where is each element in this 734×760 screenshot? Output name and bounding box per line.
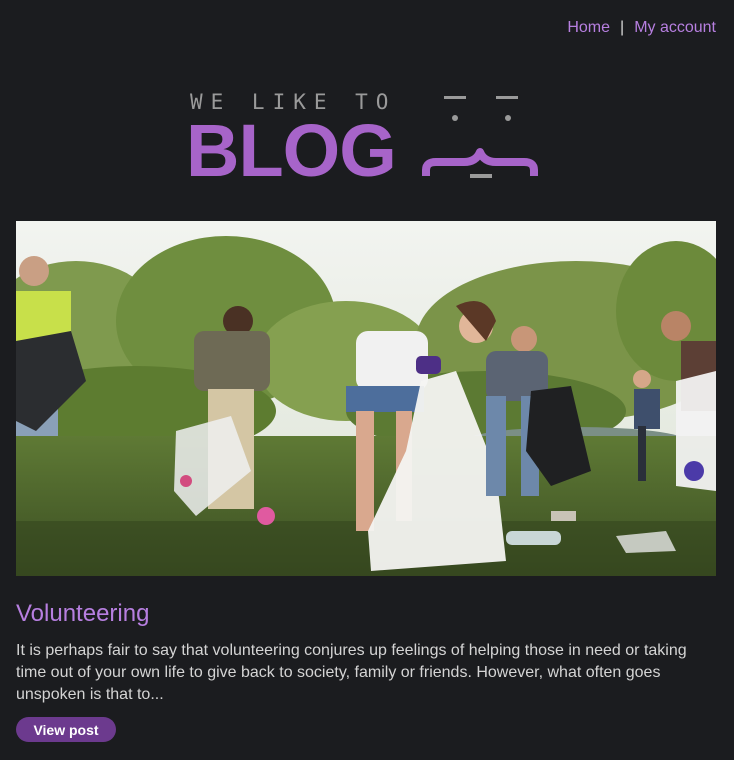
face-brackets-icon xyxy=(422,96,538,178)
post-excerpt: It is perhaps fair to say that volunteer… xyxy=(16,642,687,703)
top-nav: Home | My account xyxy=(567,19,716,37)
nav-home-link[interactable]: Home xyxy=(567,19,610,37)
nav-my-account-link[interactable]: My account xyxy=(634,19,716,37)
view-post-button[interactable]: View post xyxy=(16,717,116,742)
site-logo[interactable]: WE LIKE TO BLOG xyxy=(186,88,548,188)
logo-wordmark: BLOG xyxy=(186,109,397,192)
post-hero-image[interactable] xyxy=(16,221,716,576)
volunteers-litter-picking-photo xyxy=(16,221,716,576)
nav-separator: | xyxy=(620,19,625,36)
post-title[interactable]: Volunteering xyxy=(16,600,149,628)
page: Home | My account WE LIKE TO BLOG Volunt… xyxy=(0,0,734,760)
